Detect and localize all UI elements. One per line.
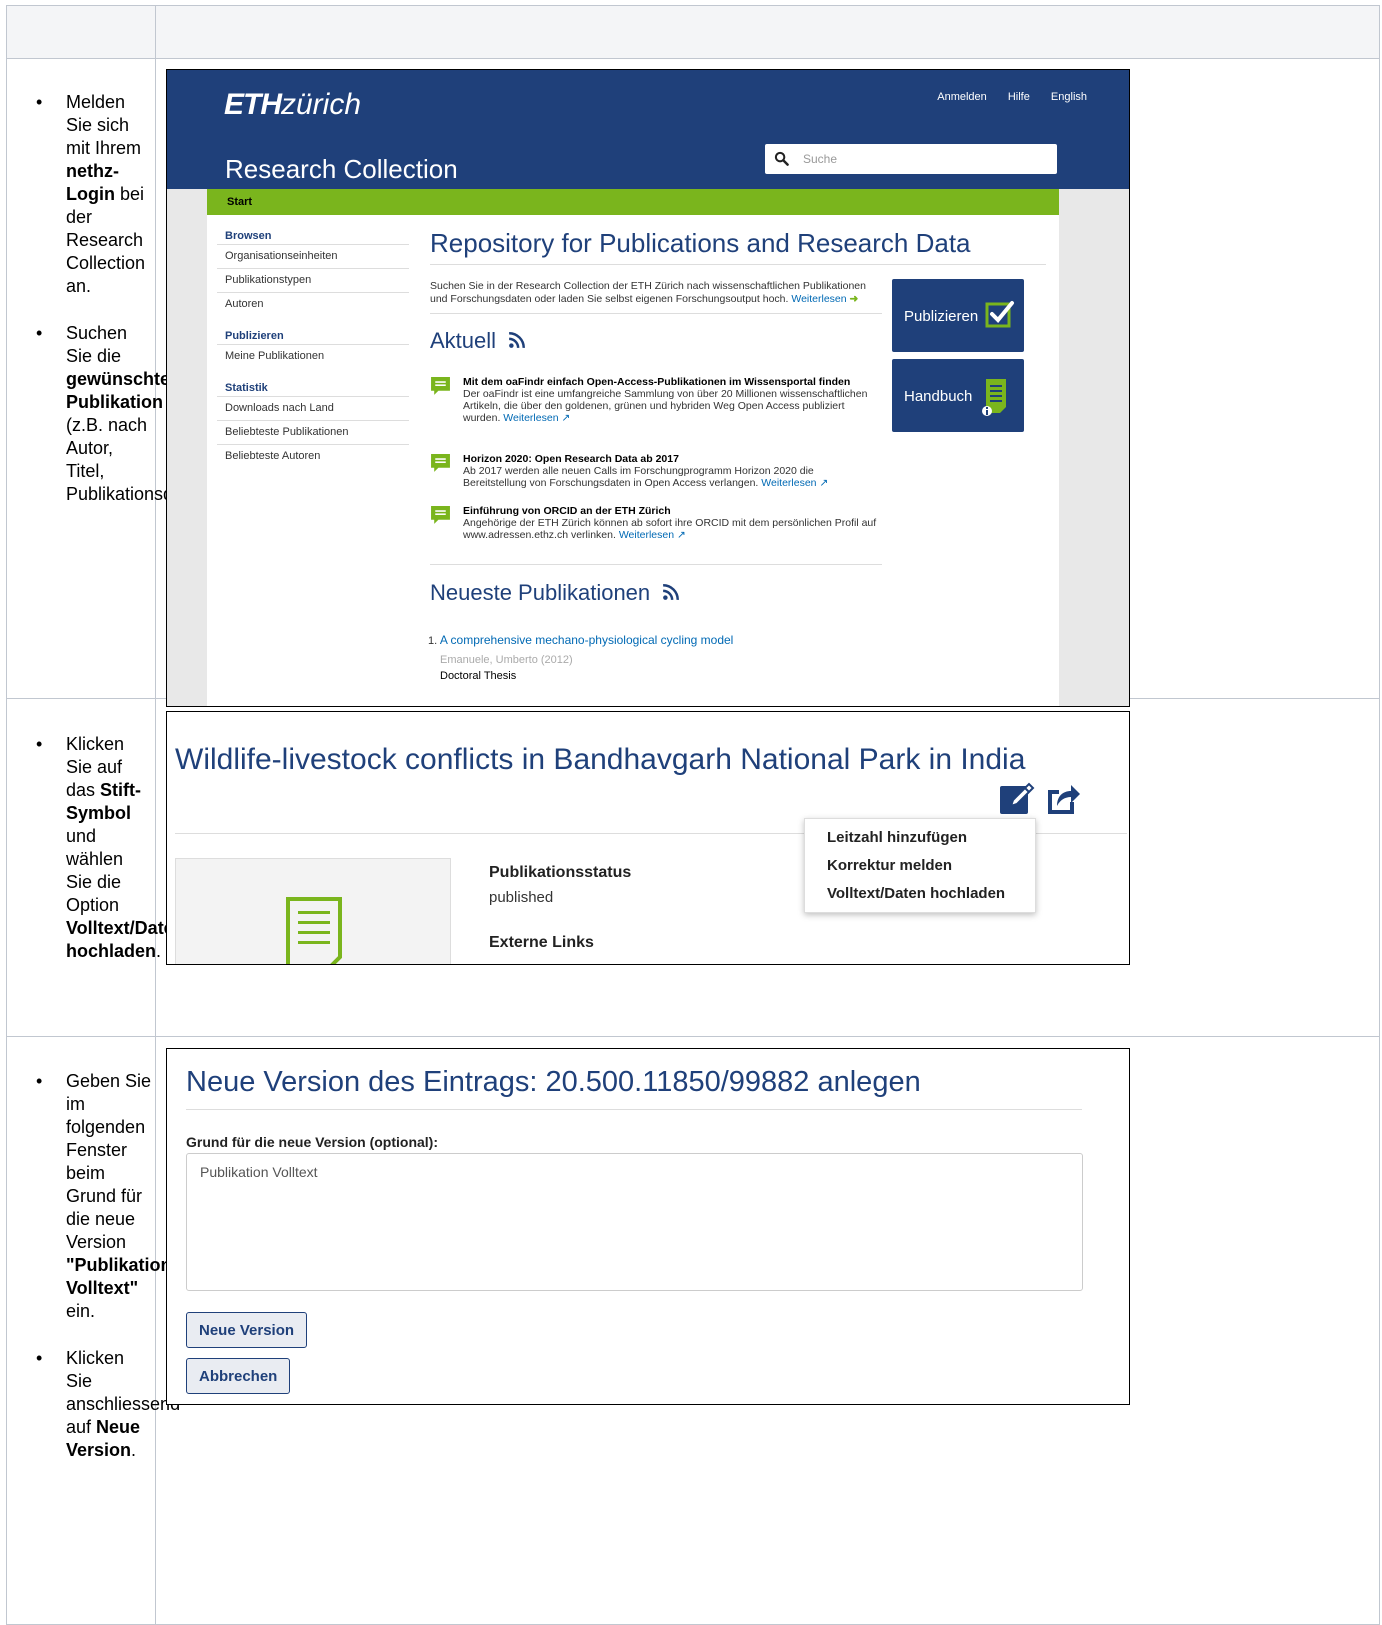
- news-read-more-link[interactable]: Weiterlesen: [761, 477, 816, 489]
- divider: [430, 264, 1046, 265]
- page-gutter: [1059, 189, 1129, 706]
- page-gutter: [167, 189, 207, 706]
- reason-label: Grund für die neue Version (optional):: [186, 1134, 439, 1150]
- sidebar-item-publikationstypen[interactable]: Publikationstypen: [217, 268, 409, 292]
- status-value: published: [489, 889, 554, 906]
- publizieren-button[interactable]: Publizieren: [892, 279, 1024, 352]
- top-links: Anmelden Hilfe English: [919, 91, 1087, 103]
- latest-publications-heading: Neueste Publikationen: [430, 580, 680, 606]
- publication-title-link[interactable]: A comprehensive mechano-physiological cy…: [440, 633, 733, 647]
- sidebar-nav: Browsen Organisationseinheiten Publikati…: [217, 228, 409, 468]
- instruction-bullet: Klicken Sie anschliessend auf Neue Versi…: [36, 1347, 180, 1462]
- edit-dropdown-menu: Leitzahl hinzufügen Korrektur melden Vol…: [804, 818, 1036, 913]
- news-title[interactable]: Mit dem oaFindr einfach Open-Access-Publ…: [463, 376, 880, 388]
- divider: [430, 313, 882, 314]
- news-item: Einführung von ORCID an der ETH Zürich A…: [430, 505, 880, 541]
- sidebar-section-statistik: Statistik: [225, 382, 268, 394]
- publication-title: Wildlife-livestock conflicts in Bandhavg…: [175, 743, 1026, 776]
- sidebar-item-downloads-nach-land[interactable]: Downloads nach Land: [217, 396, 409, 420]
- help-link[interactable]: Hilfe: [1008, 91, 1030, 103]
- instruction-cell-1: Melden Sie sich mit Ihrem nethz-Login be…: [36, 91, 219, 518]
- sidebar-section-publizieren: Publizieren: [225, 330, 284, 342]
- external-link-icon: ↗: [819, 477, 829, 489]
- sidebar-item-organisationseinheiten[interactable]: Organisationseinheiten: [217, 244, 409, 268]
- news-item: Horizon 2020: Open Research Data ab 2017…: [430, 453, 880, 489]
- page-title: Neue Version des Eintrags: 20.500.11850/…: [186, 1066, 921, 1098]
- news-read-more-link[interactable]: Weiterlesen: [619, 529, 674, 541]
- checkbox-checked-icon: [985, 301, 1014, 328]
- abbrechen-button[interactable]: Abbrechen: [186, 1358, 291, 1394]
- sidebar-item-beliebteste-autoren[interactable]: Beliebteste Autoren: [217, 444, 409, 468]
- search-input[interactable]: Suche: [765, 144, 1057, 174]
- speech-bubble-icon: [431, 454, 450, 472]
- menu-item-leitzahl-hinzufuegen[interactable]: Leitzahl hinzufügen: [827, 829, 967, 846]
- arrow-right-icon: ➜: [849, 293, 859, 305]
- breadcrumb-start[interactable]: Start: [227, 196, 252, 208]
- news-read-more-link[interactable]: Weiterlesen: [503, 412, 558, 424]
- rss-icon[interactable]: [662, 583, 680, 601]
- intro-text: Suchen Sie in der Research Collection de…: [430, 280, 866, 305]
- external-links-label: Externe Links: [489, 934, 594, 951]
- language-link[interactable]: English: [1051, 91, 1087, 103]
- speech-bubble-icon: [431, 506, 450, 524]
- instruction-bullet: Suchen Sie die gewünschte Publikation (z…: [36, 322, 219, 506]
- row-divider: [7, 1036, 1379, 1037]
- neue-version-button[interactable]: Neue Version: [186, 1312, 308, 1348]
- sidebar-item-beliebteste-publikationen[interactable]: Beliebteste Publikationen: [217, 420, 409, 444]
- search-icon[interactable]: [774, 151, 789, 166]
- speech-bubble-icon: [431, 377, 450, 395]
- sidebar-section-browsen: Browsen: [225, 230, 272, 242]
- pencil-edit-icon[interactable]: [999, 780, 1035, 816]
- publication-detail-screenshot: Wildlife-livestock conflicts in Bandhavg…: [166, 711, 1130, 965]
- rss-icon[interactable]: [508, 331, 526, 349]
- reason-textarea[interactable]: Publikation Volltext: [186, 1153, 1083, 1291]
- site-header: ETHzürich Anmelden Hilfe English Researc…: [167, 70, 1129, 189]
- page-title: Repository for Publications and Research…: [430, 228, 971, 258]
- external-link-icon: ↗: [561, 412, 571, 424]
- handbuch-button[interactable]: Handbuch: [892, 359, 1024, 432]
- instruction-bullet: Melden Sie sich mit Ihrem nethz-Login be…: [36, 91, 152, 298]
- news-heading: Aktuell: [430, 328, 526, 354]
- research-collection-screenshot: ETHzürich Anmelden Hilfe English Researc…: [166, 69, 1130, 707]
- menu-item-volltext-hochladen[interactable]: Volltext/Daten hochladen: [827, 885, 1005, 902]
- news-title[interactable]: Horizon 2020: Open Research Data ab 2017: [463, 453, 880, 465]
- new-version-screenshot: Neue Version des Eintrags: 20.500.11850/…: [166, 1048, 1130, 1405]
- external-link-icon: ↗: [677, 529, 686, 541]
- column-divider: [155, 6, 156, 1624]
- login-link[interactable]: Anmelden: [937, 91, 987, 103]
- instruction-bullet: Klicken Sie auf das Stift-Symbol und wäh…: [36, 733, 185, 963]
- sidebar-item-autoren[interactable]: Autoren: [217, 292, 409, 316]
- publication-meta: Emanuele, Umberto (2012): [440, 654, 573, 666]
- instruction-bullet: Geben Sie im folgenden Fenster beim Grun…: [36, 1070, 172, 1323]
- breadcrumb: Start: [207, 189, 1059, 215]
- row-divider: [7, 58, 1379, 59]
- publication-thumbnail[interactable]: [175, 858, 451, 964]
- publication-list-item: 1. A comprehensive mechano-physiological…: [428, 633, 734, 682]
- document-icon: [286, 897, 342, 964]
- menu-item-korrektur-melden[interactable]: Korrektur melden: [827, 857, 952, 874]
- publication-type: Doctoral Thesis: [440, 670, 517, 682]
- news-title[interactable]: Einführung von ORCID an der ETH Zürich: [463, 505, 880, 517]
- status-label: Publikationsstatus: [489, 864, 632, 881]
- search-placeholder: Suche: [803, 152, 838, 166]
- site-title[interactable]: Research Collection: [225, 154, 458, 185]
- manual-document-icon: [982, 379, 1006, 416]
- share-icon[interactable]: [1045, 780, 1081, 816]
- eth-logo[interactable]: ETHzürich: [224, 88, 361, 122]
- news-item: Mit dem oaFindr einfach Open-Access-Publ…: [430, 376, 880, 424]
- divider: [430, 564, 882, 565]
- divider: [186, 1109, 1082, 1110]
- instruction-cell-2: Klicken Sie auf das Stift-Symbol und wäh…: [36, 733, 185, 975]
- instruction-cell-3: Geben Sie im folgenden Fenster beim Grun…: [36, 1070, 180, 1474]
- table-header-row: [7, 6, 1379, 59]
- intro-read-more-link[interactable]: Weiterlesen: [791, 293, 846, 305]
- sidebar-item-meine-publikationen[interactable]: Meine Publikationen: [217, 344, 409, 368]
